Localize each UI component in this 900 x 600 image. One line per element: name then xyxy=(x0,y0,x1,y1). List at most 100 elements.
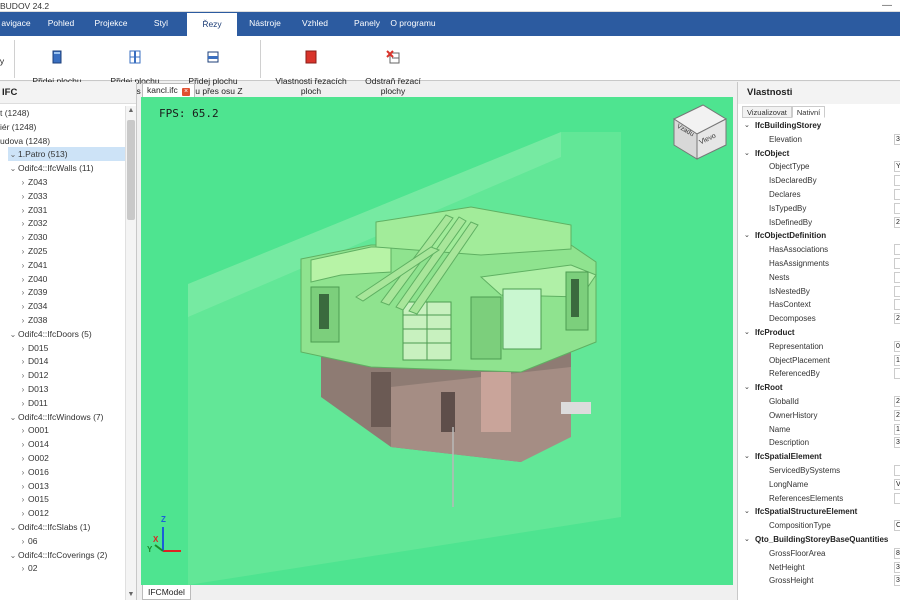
cut-plane-properties-button[interactable]: Vlastnosti řezacích ploch xyxy=(270,38,352,96)
tree-item[interactable]: › Z041 xyxy=(18,258,125,272)
collapse-icon[interactable]: ⌄ xyxy=(744,533,750,547)
menu-o-programu[interactable]: O programu xyxy=(390,12,436,36)
minimize-icon[interactable]: — xyxy=(882,0,892,11)
property-group[interactable]: ⌄ IfcObject xyxy=(738,147,900,161)
tree-item[interactable]: › O001 xyxy=(18,423,125,437)
tree-item[interactable]: › O015 xyxy=(18,492,125,506)
tree-toggle-icon[interactable]: ⌄ xyxy=(8,549,18,563)
collapse-icon[interactable]: ⌄ xyxy=(744,229,750,243)
collapse-icon[interactable]: ⌄ xyxy=(744,326,750,340)
property-value[interactable]: 1 xyxy=(894,423,900,435)
tree-toggle-icon[interactable]: ⌄ xyxy=(8,162,18,176)
tab-kancl-ifc[interactable]: kancl.ifc × xyxy=(142,83,196,97)
property-group[interactable]: ⌄ IfcSpatialStructureElement xyxy=(738,505,900,519)
tree-item[interactable]: ⌄ Odifc4::IfcWindows (7) xyxy=(8,410,125,424)
property-value[interactable]: 2 xyxy=(894,409,900,421)
property-value[interactable]: Y xyxy=(894,161,900,173)
tree-item[interactable]: › Z038 xyxy=(18,313,125,327)
scroll-down-icon[interactable]: ▼ xyxy=(126,590,136,600)
tree-item[interactable]: › O002 xyxy=(18,451,125,465)
property-value[interactable] xyxy=(894,189,900,200)
tree-item[interactable]: › Z039 xyxy=(18,285,125,299)
collapse-icon[interactable]: ⌄ xyxy=(744,147,750,161)
property-value[interactable] xyxy=(894,465,900,476)
property-group[interactable]: ⌄ IfcObjectDefinition xyxy=(738,229,900,243)
property-value[interactable] xyxy=(894,244,900,256)
tab-ifcmodel[interactable]: IFCModel xyxy=(142,585,191,600)
tree-toggle-icon[interactable]: ⌄ xyxy=(8,328,18,342)
tree-item[interactable]: › Z043 xyxy=(18,175,125,189)
menu-rezy[interactable]: Řezy xyxy=(187,12,237,36)
tab-vizualizovat[interactable]: Vizualizovat xyxy=(742,106,792,118)
collapse-icon[interactable]: ⌄ xyxy=(744,119,750,133)
nav-cube[interactable]: Vzadu Vlevo xyxy=(674,105,728,161)
tree-item[interactable]: udova (1248) xyxy=(0,134,123,148)
property-value[interactable] xyxy=(894,299,900,311)
property-value[interactable] xyxy=(894,285,900,297)
tree-item[interactable]: ⌄ Odifc4::IfcDoors (5) xyxy=(8,327,125,341)
property-value[interactable]: 0 xyxy=(894,340,900,352)
property-group[interactable]: ⌄ Qto_BuildingStoreyBaseQuantities xyxy=(738,533,900,547)
tree-item[interactable]: › Z025 xyxy=(18,244,125,258)
tree-item[interactable]: iér (1248) xyxy=(0,120,123,134)
property-group[interactable]: ⌄ IfcBuildingStorey xyxy=(738,119,900,133)
collapse-icon[interactable]: ⌄ xyxy=(744,450,750,464)
property-value[interactable] xyxy=(894,258,900,269)
property-value[interactable]: 2 xyxy=(894,313,900,325)
tree-item[interactable]: ⌄ Odifc4::IfcCoverings (2) xyxy=(8,548,125,562)
tree-scrollbar[interactable]: ▲ ▼ xyxy=(125,106,136,600)
3d-viewport[interactable]: FPS: 65.2 Vzadu Vlevo Z X Y xyxy=(141,97,733,585)
property-value[interactable]: 2 xyxy=(894,396,900,407)
tree-item[interactable]: › D015 xyxy=(18,341,125,355)
tree-item[interactable]: ⌄ Odifc4::IfcWalls (11) xyxy=(8,161,125,175)
tree-item[interactable]: t (1248) xyxy=(0,106,123,120)
tree-toggle-icon[interactable]: ⌄ xyxy=(8,521,18,535)
ribbon-partial-button[interactable]: y xyxy=(0,56,6,66)
property-value[interactable]: 3 xyxy=(894,575,900,587)
property-value[interactable]: 3 xyxy=(894,133,900,145)
tree-item[interactable]: › Z031 xyxy=(18,203,125,217)
property-value[interactable] xyxy=(894,271,900,283)
scrollbar-thumb[interactable] xyxy=(127,120,135,220)
tree-item[interactable]: › O013 xyxy=(18,479,125,493)
tree-item[interactable]: › O014 xyxy=(18,437,125,451)
property-value[interactable] xyxy=(894,492,900,504)
tree-item[interactable]: › 06 xyxy=(18,534,125,548)
tree-item[interactable]: › 02 xyxy=(18,561,125,575)
remove-cut-planes-button[interactable]: Odstraň řezací plochy xyxy=(360,38,426,96)
tree-item[interactable]: › D014 xyxy=(18,354,125,368)
property-value[interactable]: 1 xyxy=(894,354,900,366)
tree-item[interactable]: › Z034 xyxy=(18,299,125,313)
tree-item[interactable]: ⌄ 1.Patro (513) xyxy=(8,147,125,162)
tab-nativni[interactable]: Nativní xyxy=(791,106,826,118)
tree-item[interactable]: › D011 xyxy=(18,396,125,410)
menu-nastroje[interactable]: Nástroje xyxy=(246,12,284,36)
property-value[interactable] xyxy=(894,368,900,380)
menu-projekce[interactable]: Projekce xyxy=(92,12,130,36)
menu-pohled[interactable]: Pohled xyxy=(44,12,78,36)
tree-item[interactable]: › D012 xyxy=(18,368,125,382)
property-value[interactable]: V xyxy=(894,478,900,490)
property-value[interactable]: 2 xyxy=(894,216,900,228)
tree-item[interactable]: › Z032 xyxy=(18,216,125,230)
collapse-icon[interactable]: ⌄ xyxy=(744,381,750,395)
tree-toggle-icon[interactable]: ⌄ xyxy=(8,411,18,425)
menu-panely[interactable]: Panely xyxy=(352,12,382,36)
property-value[interactable] xyxy=(894,202,900,214)
tree-item[interactable]: › O016 xyxy=(18,465,125,479)
property-value[interactable]: 8 xyxy=(894,547,900,559)
menu-styl[interactable]: Styl xyxy=(150,12,172,36)
property-value[interactable]: 3 xyxy=(894,437,900,449)
tree-item[interactable]: › O012 xyxy=(18,506,125,520)
property-group[interactable]: ⌄ IfcProduct xyxy=(738,326,900,340)
menu-vzhled[interactable]: Vzhled xyxy=(300,12,330,36)
property-group[interactable]: ⌄ IfcRoot xyxy=(738,381,900,395)
property-group[interactable]: ⌄ IfcSpatialElement xyxy=(738,450,900,464)
property-value[interactable] xyxy=(894,175,900,187)
property-value[interactable]: 3 xyxy=(894,561,900,573)
tree-item[interactable]: › Z030 xyxy=(18,230,125,244)
tree-toggle-icon[interactable]: › xyxy=(18,562,28,576)
menu-navigace[interactable]: avigace xyxy=(0,12,34,36)
tree-item[interactable]: › Z040 xyxy=(18,272,125,286)
tree-item[interactable]: › Z033 xyxy=(18,189,125,203)
